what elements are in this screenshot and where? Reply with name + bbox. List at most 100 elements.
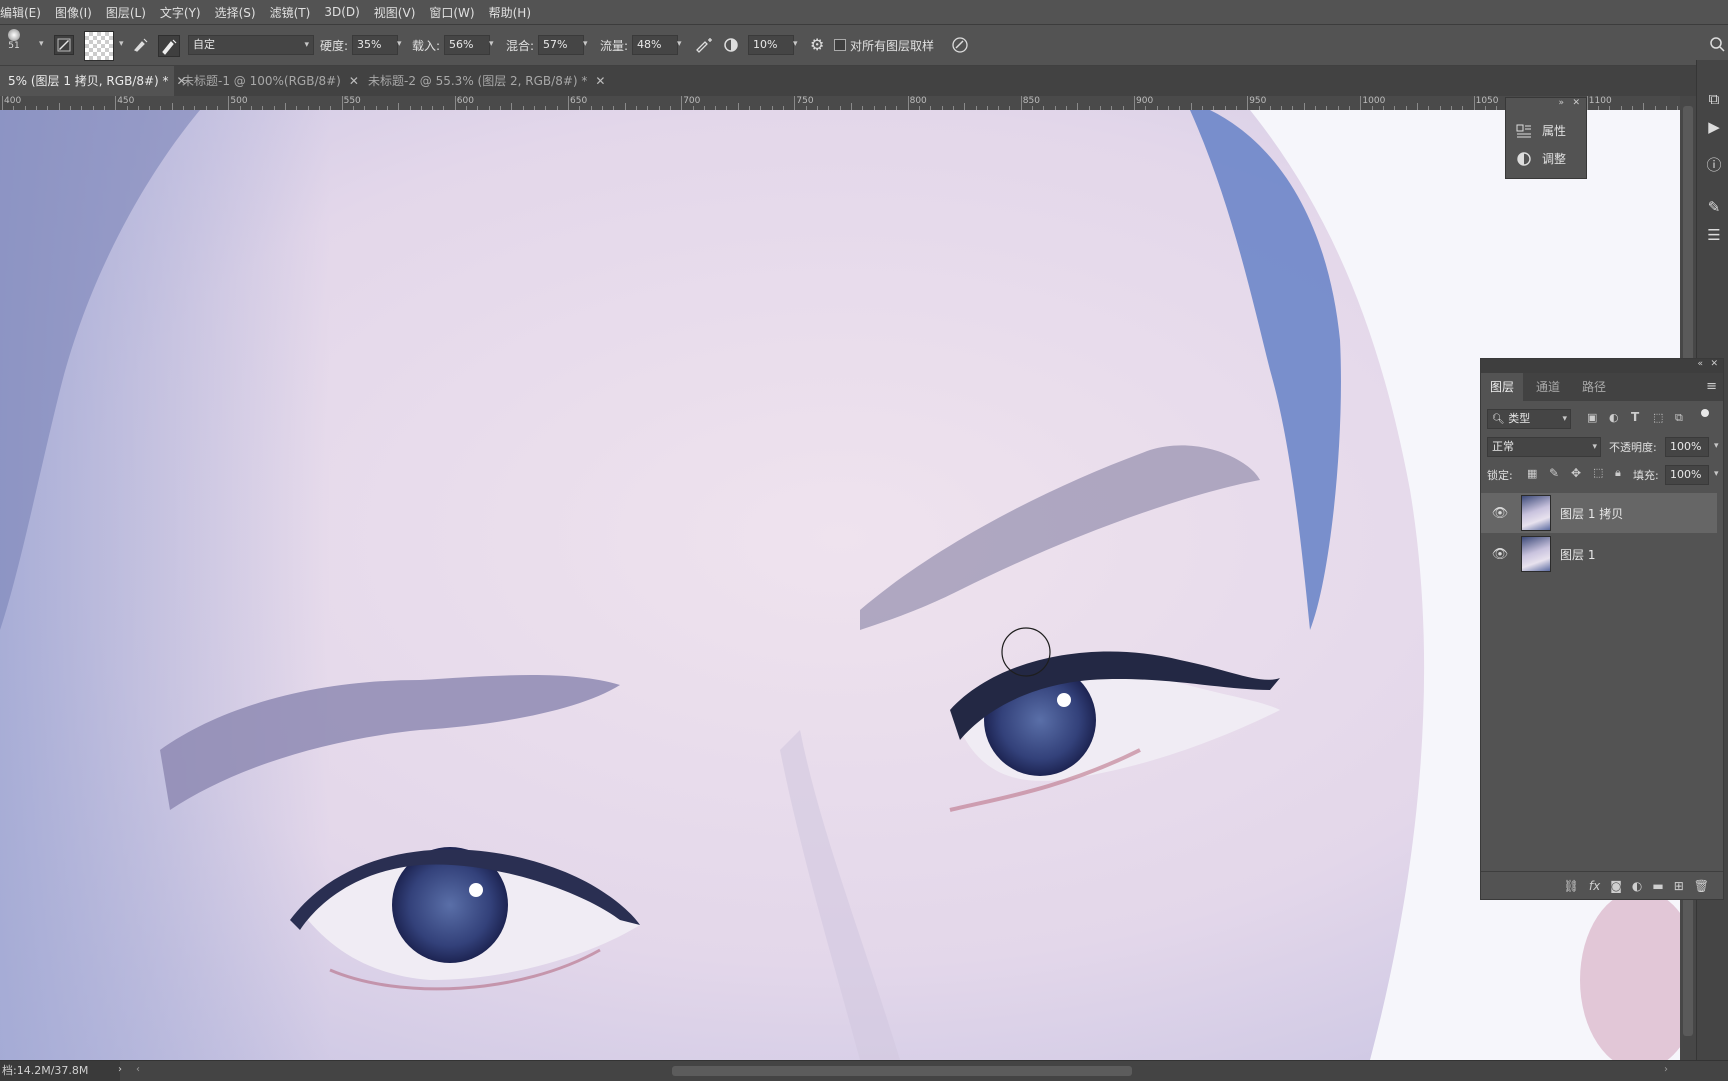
gear-icon[interactable]: ⚙: [810, 35, 824, 54]
load-brush-icon[interactable]: [132, 36, 150, 54]
tab-document-1[interactable]: 5% (图层 1 拷贝, RGB/8#) * ✕: [0, 66, 187, 96]
status-arrow-icon[interactable]: ›: [118, 1064, 122, 1075]
adjustment-layer-icon[interactable]: ◐: [1632, 879, 1642, 893]
filter-toggle-switch[interactable]: [1701, 409, 1709, 423]
current-brush-load-swatch[interactable]: [84, 31, 114, 61]
wet-dropdown-icon[interactable]: ▾: [397, 39, 402, 49]
load-input[interactable]: 56%: [444, 35, 490, 55]
mix-input[interactable]: 57%: [538, 35, 584, 55]
swatch-dropdown-icon[interactable]: ▾: [119, 39, 124, 49]
trash-icon[interactable]: 🗑︎: [1694, 879, 1709, 893]
layer-row[interactable]: 👁︎ 图层 1: [1481, 534, 1717, 574]
status-bar: 档:14.2M/37.8M › ‹ ›: [0, 1060, 1728, 1081]
flow-dropdown-icon[interactable]: ▾: [677, 39, 682, 49]
fx-icon[interactable]: fx: [1589, 879, 1600, 893]
fill-input[interactable]: 100%: [1665, 465, 1709, 485]
filter-smartobject-icon[interactable]: ⧉: [1675, 411, 1683, 425]
filter-shape-icon[interactable]: ⬚: [1653, 411, 1663, 424]
search-icon[interactable]: [1708, 35, 1726, 53]
tab-layers[interactable]: 图层: [1481, 373, 1524, 401]
layer-filter-select[interactable]: 🔍︎ 类型 ▾: [1487, 409, 1571, 429]
ruler-label: 750: [796, 96, 814, 106]
scroll-right-icon[interactable]: ›: [1664, 1064, 1668, 1075]
smoothing-icon[interactable]: [722, 36, 740, 54]
tab-channels[interactable]: 通道: [1527, 373, 1569, 401]
ruler-minor-tick: [285, 103, 286, 110]
tab-document-3[interactable]: 未标题-2 @ 55.3% (图层 2, RGB/8#) * ✕: [360, 66, 613, 96]
eye-icon[interactable]: 👁︎: [1491, 506, 1509, 521]
wet-label: 硬度:: [320, 39, 349, 53]
smoothing-input[interactable]: 10%: [748, 35, 794, 55]
ruler-minor-tick: [511, 103, 513, 110]
brush-dropdown-icon[interactable]: ▾: [39, 39, 44, 49]
panel-item-adjustments[interactable]: 调整: [1516, 150, 1566, 167]
link-icon[interactable]: ⛓︎: [1564, 879, 1579, 893]
menu-window[interactable]: 窗口(W): [422, 4, 481, 21]
close-icon[interactable]: ✕: [1572, 98, 1580, 108]
blend-mode-select[interactable]: 正常 ▾: [1487, 437, 1601, 457]
history-icon[interactable]: ⧉: [1705, 90, 1723, 108]
ruler-minor-tick: [737, 103, 739, 110]
flow-input[interactable]: 48%: [632, 35, 678, 55]
actions-play-icon[interactable]: ▶: [1705, 118, 1723, 136]
tab-paths[interactable]: 路径: [1573, 373, 1615, 401]
new-layer-icon[interactable]: ⊞: [1674, 879, 1684, 893]
mix-dropdown-icon[interactable]: ▾: [583, 39, 588, 49]
menu-select[interactable]: 选择(S): [208, 4, 263, 21]
panel-item-properties[interactable]: 属性: [1516, 122, 1566, 139]
load-dropdown-icon[interactable]: ▾: [489, 39, 494, 49]
eye-icon[interactable]: 👁︎: [1491, 547, 1509, 562]
blend-preset-select[interactable]: 自定 ▾: [188, 35, 314, 55]
pressure-size-icon[interactable]: [950, 35, 970, 55]
menu-layer[interactable]: 图层(L): [99, 4, 153, 21]
opacity-dropdown-icon[interactable]: ▾: [1714, 441, 1719, 451]
menu-3d[interactable]: 3D(D): [317, 5, 366, 19]
opacity-input[interactable]: 100%: [1665, 437, 1709, 457]
horizontal-scrollbar-thumb[interactable]: [672, 1066, 1132, 1076]
collapse-icon[interactable]: «: [1697, 359, 1703, 369]
fill-dropdown-icon[interactable]: ▾: [1714, 469, 1719, 479]
folder-icon[interactable]: ▬: [1652, 879, 1663, 893]
document-canvas[interactable]: [0, 110, 1680, 1060]
panel-menu-icon[interactable]: ≡: [1706, 379, 1717, 394]
collapse-icon[interactable]: »: [1558, 98, 1564, 108]
menu-view[interactable]: 视图(V): [367, 4, 423, 21]
panel-header[interactable]: « ✕: [1481, 359, 1723, 373]
airbrush-icon[interactable]: [694, 36, 714, 54]
filter-pixel-icon[interactable]: ▣: [1587, 411, 1597, 424]
lock-position-icon[interactable]: ✥: [1571, 466, 1581, 480]
lock-label: 锁定:: [1487, 469, 1513, 482]
lock-artboard-icon[interactable]: ⬚: [1593, 466, 1603, 479]
menu-image[interactable]: 图像(I): [48, 4, 99, 21]
sample-all-layers-checkbox[interactable]: [834, 39, 846, 51]
brush-settings-icon: [57, 38, 71, 52]
mask-icon[interactable]: ◙: [1610, 879, 1622, 893]
filter-adjustment-icon[interactable]: ◐: [1609, 411, 1619, 424]
menu-type[interactable]: 文字(Y): [153, 4, 208, 21]
filter-type-icon[interactable]: T: [1631, 410, 1639, 424]
menu-filter[interactable]: 滤镜(T): [263, 4, 318, 21]
brush-panel-toggle-icon[interactable]: [54, 35, 74, 55]
tool-presets-icon[interactable]: ☰: [1705, 226, 1723, 244]
close-icon[interactable]: ✕: [349, 74, 359, 88]
wet-input[interactable]: 35%: [352, 35, 398, 55]
tab-document-2[interactable]: 未标题-1 @ 100%(RGB/8#) ✕: [174, 66, 367, 96]
lock-transparency-icon[interactable]: ▦: [1527, 467, 1537, 480]
scroll-left-icon[interactable]: ‹: [136, 1064, 140, 1075]
tab-label: 5% (图层 1 拷贝, RGB/8#) *: [8, 74, 169, 88]
menu-edit[interactable]: 编辑(E): [0, 4, 48, 21]
lock-paint-icon[interactable]: ✎: [1549, 466, 1559, 480]
properties-adjustments-panel: » ✕ 属性 调整: [1505, 97, 1587, 179]
close-icon[interactable]: ✕: [1710, 359, 1718, 369]
info-icon[interactable]: ⓘ: [1705, 156, 1723, 174]
layer-row-selected[interactable]: 👁︎ 图层 1 拷贝: [1481, 493, 1717, 533]
close-icon[interactable]: ✕: [595, 74, 605, 88]
blend-row: 正常 ▾ 不透明度: 100% ▾: [1481, 435, 1723, 459]
clean-brush-toggle[interactable]: [158, 35, 180, 57]
brush-preset-picker[interactable]: 51: [8, 29, 20, 61]
document-size: 档:14.2M/37.8M: [0, 1061, 120, 1081]
brush-settings-icon[interactable]: ✎: [1705, 198, 1723, 216]
lock-all-icon[interactable]: 🔒︎: [1615, 466, 1621, 480]
smoothing-dropdown-icon[interactable]: ▾: [793, 39, 798, 49]
menu-help[interactable]: 帮助(H): [482, 4, 538, 21]
